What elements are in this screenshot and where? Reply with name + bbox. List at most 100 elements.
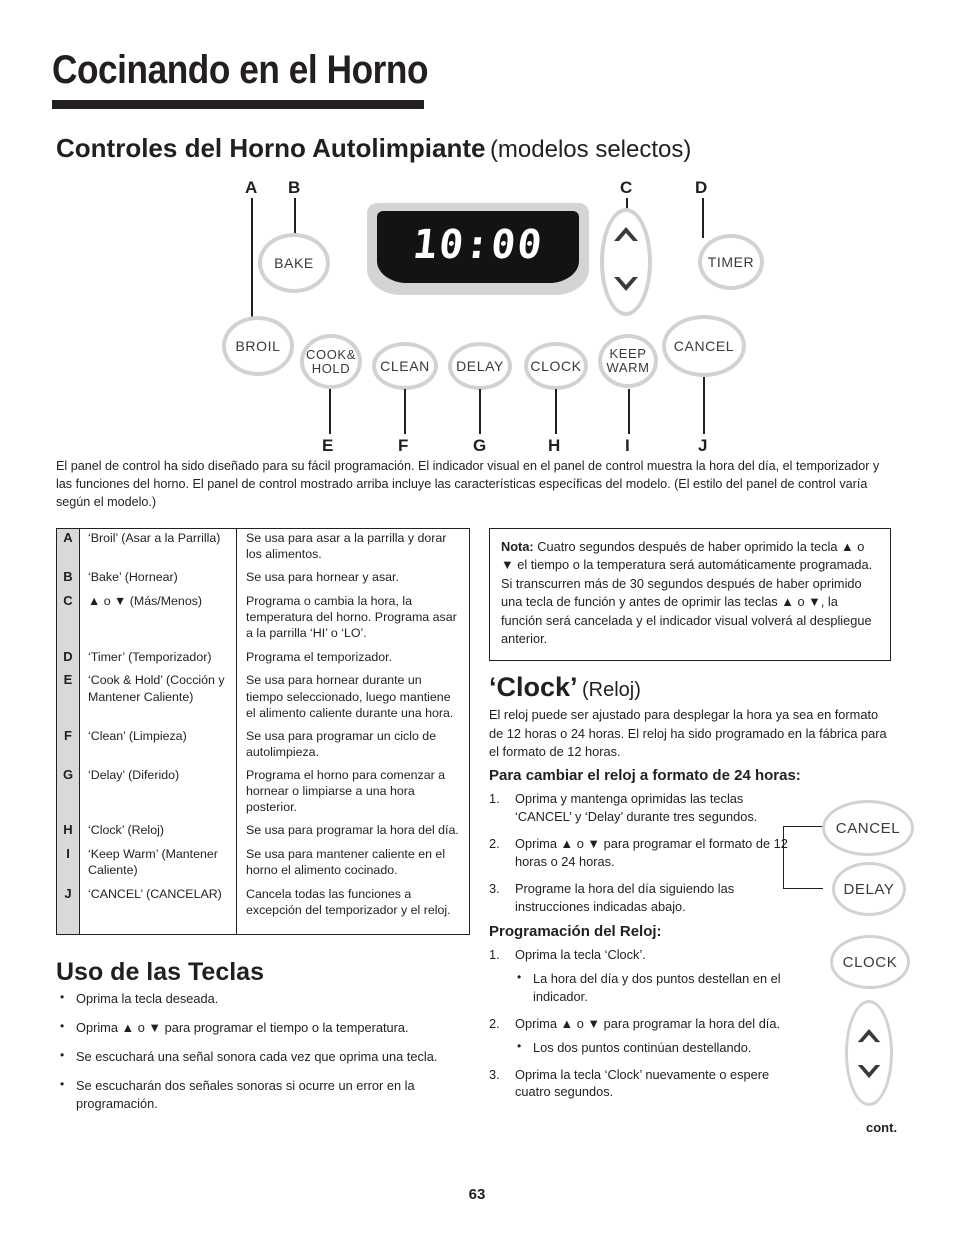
step-text: Oprima y mantenga oprimidas las teclas ‘…: [515, 791, 758, 824]
legend-desc-e: Se usa para hornear durante un tiempo se…: [246, 673, 454, 720]
legend-key-e: E: [56, 671, 80, 727]
leader-line-a: [251, 198, 253, 324]
side-button-up-down[interactable]: [845, 1000, 893, 1106]
side-button-cancel[interactable]: CANCEL: [822, 800, 914, 856]
leader-line-j: [703, 377, 705, 434]
panel-button-cook-and-hold-label-line2: HOLD: [311, 360, 351, 376]
step-number: 1.: [489, 947, 500, 962]
side-button-clock[interactable]: CLOCK: [830, 935, 910, 989]
panel-button-clean[interactable]: CLEAN: [372, 342, 438, 390]
uso-section-heading: Uso de las Teclas: [56, 958, 264, 986]
legend-key-c: C: [56, 592, 80, 648]
intro-paragraph: El panel de control ha sido diseñado par…: [56, 459, 880, 509]
uso-bullet-list: Oprima la tecla deseada. Oprima ▲ o ▼ pa…: [60, 989, 460, 1124]
panel-button-broil[interactable]: BROIL: [222, 316, 294, 376]
step-number: 2.: [489, 835, 500, 851]
list-item: 1. Oprima y mantenga oprimidas las tecla…: [489, 790, 789, 826]
clock-section-heading: ‘Clock’ (Reloj): [489, 672, 641, 703]
list-item: 3. Oprima la tecla ‘Clock’ nuevamente o …: [489, 1066, 789, 1102]
leader-line-d: [702, 198, 704, 238]
side-button-delay[interactable]: DELAY: [832, 862, 906, 916]
legend-desc-h: Se usa para programar la hora del día.: [246, 823, 459, 838]
step-number: 3.: [489, 1066, 500, 1082]
button-legend-table: A ‘Broil’ (Asar a la Parrilla) Se usa pa…: [56, 528, 470, 935]
legend-name-c: ▲ o ▼ (Más/Menos): [79, 592, 237, 648]
ref-letter-j: J: [698, 436, 708, 455]
panel-button-clock-label: CLOCK: [530, 357, 582, 374]
table-row: G ‘Delay’ (Diferido) Programa el horno p…: [56, 766, 470, 822]
legend-name-b: ‘Bake’ (Hornear): [79, 568, 237, 593]
table-row: I ‘Keep Warm’ (Mantener Caliente) Se usa…: [56, 845, 470, 885]
panel-button-bake-label: BAKE: [274, 254, 314, 271]
legend-name-g: ‘Delay’ (Diferido): [79, 766, 237, 822]
step-text: Programe la hora del día siguiendo las i…: [515, 880, 735, 914]
ref-letter-f: F: [398, 436, 409, 455]
legend-desc-j: Cancela todas las funciones a excepción …: [246, 886, 451, 917]
ref-letter-a: A: [245, 178, 258, 197]
step-number: 3.: [489, 880, 500, 896]
ref-letter-g: G: [473, 436, 487, 455]
list-item: La hora del día y dos puntos destellan e…: [515, 969, 789, 1006]
panel-button-cook-and-hold[interactable]: COOK& HOLD: [300, 334, 362, 389]
panel-button-bake[interactable]: BAKE: [258, 233, 330, 293]
control-panel-diagram: A B C D 10:00 BAKE TIMER BROIL COOK& HOL…: [0, 170, 954, 455]
section-heading: Controles del Horno Autolimpiante (model…: [56, 133, 691, 164]
list-item: 1. Oprima la tecla ‘Clock’. La hora del …: [489, 946, 789, 1006]
side-button-cancel-label: CANCEL: [835, 819, 901, 837]
legend-desc-i: Se usa para mantener caliente en el horn…: [246, 847, 446, 878]
leader-line-f: [404, 389, 406, 434]
legend-key-d: D: [56, 647, 80, 672]
legend-name-a: ‘Broil’ (Asar a la Parrilla): [79, 528, 237, 569]
panel-button-delay-label: DELAY: [456, 357, 504, 374]
legend-key-a: A: [56, 528, 80, 569]
leader-line-i: [628, 389, 630, 434]
step-text: Oprima ▲ o ▼ para programar el formato d…: [515, 835, 788, 869]
legend-key-h: H: [56, 821, 80, 846]
legend-desc-a: Se usa para asar a la parrilla y dorar l…: [246, 531, 447, 562]
panel-button-clean-label: CLEAN: [380, 357, 430, 374]
note-label: Nota:: [501, 539, 534, 554]
table-row: J ‘CANCEL’ (CANCELAR) Cancela todas las …: [56, 884, 470, 924]
legend-name-j: ‘CANCEL’ (CANCELAR): [79, 884, 237, 924]
panel-button-timer-label: TIMER: [707, 253, 755, 270]
bracket-cancel-delay: [783, 826, 823, 889]
legend-desc-d: Programa el temporizador.: [246, 649, 393, 664]
legend-desc-g: Programa el horno para comenzar a hornea…: [246, 768, 446, 815]
section-heading-main: Controles del Horno Autolimpiante: [56, 133, 486, 163]
leader-line-b: [294, 198, 296, 236]
steps-24h-format-list: 1. Oprima y mantenga oprimidas las tecla…: [489, 790, 789, 924]
table-row: E ‘Cook & Hold’ (Cocción y Mantener Cali…: [56, 671, 470, 727]
panel-button-cancel-label: CANCEL: [673, 337, 735, 354]
chevron-up-icon: [614, 227, 638, 241]
clock-heading-title: ‘Clock’: [489, 672, 578, 702]
legend-desc-c: Programa o cambia la hora, la temperatur…: [246, 594, 457, 641]
page-title: Cocinando en el Horno: [52, 48, 429, 92]
ref-letter-b: B: [288, 178, 301, 197]
legend-name-f: ‘Clean’ (Limpieza): [79, 726, 237, 767]
side-button-delay-label: DELAY: [843, 880, 895, 898]
panel-button-keep-warm-label-line2: WARM: [606, 360, 650, 375]
legend-key-f: F: [56, 726, 80, 767]
panel-button-up-down[interactable]: [600, 208, 652, 316]
ref-letter-h: H: [548, 436, 561, 455]
panel-button-cook-and-hold-label-line1: COOK&: [306, 346, 356, 362]
legend-name-h: ‘Clock’ (Reloj): [79, 821, 237, 846]
side-button-clock-label: CLOCK: [842, 953, 898, 971]
leader-line-e: [329, 389, 331, 434]
legend-key-b: B: [56, 568, 80, 593]
panel-button-clock[interactable]: CLOCK: [524, 342, 588, 390]
section-heading-sub: (modelos selectos): [489, 136, 692, 163]
list-item: Se escucharán dos señales sonoras si ocu…: [60, 1076, 460, 1113]
panel-button-delay[interactable]: DELAY: [448, 342, 512, 390]
step-text: Oprima la tecla ‘Clock’ nuevamente o esp…: [515, 1066, 770, 1100]
legend-key-i: I: [56, 845, 80, 885]
chevron-up-icon: [857, 1028, 881, 1042]
step-number: 1.: [489, 791, 500, 806]
subheading-24h-format: Para cambiar el reloj a formato de 24 ho…: [489, 767, 801, 784]
table-row: D ‘Timer’ (Temporizador) Programa el tem…: [56, 647, 470, 672]
panel-button-timer[interactable]: TIMER: [698, 234, 764, 290]
panel-button-keep-warm[interactable]: KEEP WARM: [598, 334, 658, 388]
panel-button-cancel[interactable]: CANCEL: [662, 315, 746, 377]
ref-letter-i: I: [625, 436, 630, 455]
table-row: B ‘Bake’ (Hornear) Se usa para hornear y…: [56, 568, 470, 593]
